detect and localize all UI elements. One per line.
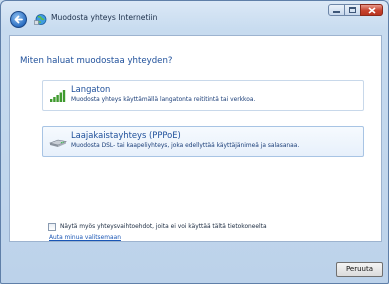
maximize-button[interactable] [344,4,361,16]
close-button[interactable] [360,4,383,16]
show-other-options-checkbox[interactable] [48,223,56,231]
window-title: Muodosta yhteys Internetiin [51,13,158,22]
option-broadband-pppoe[interactable]: Laajakaistayhteys (PPPoE) Muodosta DSL- … [42,126,364,157]
back-button[interactable] [10,11,27,28]
title-bar: Muodosta yhteys Internetiin [1,1,388,31]
show-other-options-label[interactable]: Näytä myös yhteysvaihtoehdot, joita ei v… [60,224,267,230]
network-globe-icon [34,14,47,25]
dialog-window: Muodosta yhteys Internetiin Miten haluat… [0,0,389,284]
show-other-options-row[interactable]: Näytä myös yhteysvaihtoehdot, joita ei v… [48,222,267,232]
help-me-choose-link[interactable]: Auta minua valitsemaan [49,235,121,241]
maximize-icon [349,7,356,13]
wireless-signal-icon [50,90,66,102]
minimize-button[interactable] [328,4,345,16]
cancel-button[interactable]: Peruuta [336,262,383,277]
minimize-icon [333,11,340,13]
option-title: Langaton [71,84,111,94]
back-arrow-icon [14,15,23,24]
option-description: Muodosta DSL- tai kaapeliyhteys, joka ed… [71,143,300,149]
option-description: Muodosta yhteys käyttämällä langatonta r… [71,97,256,103]
page-heading: Miten haluat muodostaa yhteyden? [20,56,173,66]
caption-buttons [328,4,383,17]
broadband-modem-icon [49,139,67,147]
close-icon [367,6,376,14]
option-title: Laajakaistayhteys (PPPoE) [71,130,181,140]
option-wireless[interactable]: Langaton Muodosta yhteys käyttämällä lan… [42,80,364,111]
dialog-footer [1,245,388,283]
